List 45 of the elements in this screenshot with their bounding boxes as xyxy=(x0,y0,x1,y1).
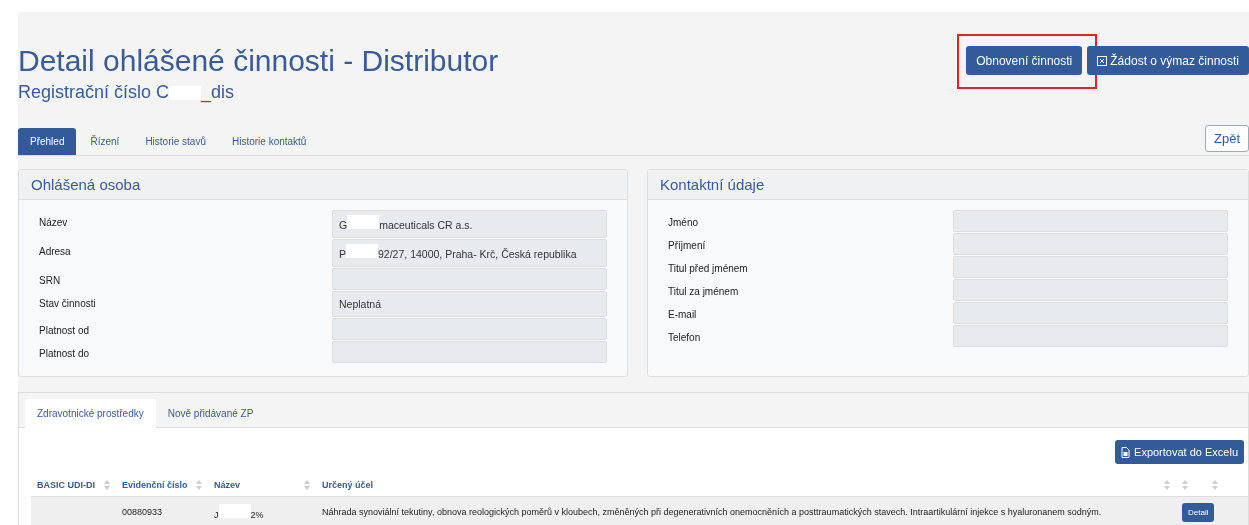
file-icon xyxy=(1121,446,1131,458)
tab[interactable]: Nově přidávané ZP xyxy=(155,399,266,428)
export-button[interactable]: Exportovat do Excelu xyxy=(1115,440,1244,464)
back-button[interactable]: Zpět xyxy=(1205,125,1249,152)
action-button[interactable]: Žádost o výmaz činnosti xyxy=(1087,46,1249,75)
detail-button[interactable]: Detail xyxy=(1182,502,1215,522)
table-cell: Náhrada synoviální tekutiny, obnova reologických poměrů v kloubech, změněných při degenerativních onemocněních a posttraumatických stavech. Intraartikulární injekce s hyaluronanem sodným. xyxy=(322,507,1102,517)
panel-title: Ohlášená osoba xyxy=(19,170,627,200)
field-label: Adresa xyxy=(39,245,72,257)
field-label: Titul před jménem xyxy=(668,262,749,274)
registration-number: Registrační číslo C _dis xyxy=(18,82,236,103)
sort-icon[interactable] xyxy=(1182,480,1188,490)
page-title: Detail ohlášené činnosti - Distributor xyxy=(18,44,499,78)
sort-icon[interactable] xyxy=(104,480,110,490)
sort-icon[interactable] xyxy=(304,480,310,490)
tab[interactable]: Přehled xyxy=(18,128,77,155)
field-label: Stav činnosti xyxy=(39,297,97,309)
field-label: Jméno xyxy=(668,216,699,228)
panel-title: Kontaktní údaje xyxy=(648,170,1248,200)
field-label: Platnost od xyxy=(39,324,91,336)
field-label: Platnost do xyxy=(39,347,91,359)
close-box-icon xyxy=(1097,55,1108,66)
table-cell: J 2% xyxy=(214,504,264,520)
column-header[interactable]: Určený účel xyxy=(322,480,374,490)
sort-icon[interactable] xyxy=(196,480,202,490)
field-label: Název xyxy=(39,216,69,228)
readonly-field: P 92/27, 14000, Praha- Krč, Česká republika xyxy=(332,239,607,267)
field-label: SRN xyxy=(39,274,62,286)
tab[interactable]: Historie kontaktů xyxy=(219,128,319,155)
column-header[interactable]: Název xyxy=(214,480,240,490)
readonly-field: G maceuticals CR a.s. xyxy=(332,210,607,238)
column-header[interactable]: Evidenční číslo xyxy=(122,480,188,490)
column-header[interactable]: BASIC UDI-DI xyxy=(37,480,95,490)
table-cell: 00880933 xyxy=(122,507,163,517)
tab[interactable]: Historie stavů xyxy=(133,128,218,155)
field-label: Telefon xyxy=(668,331,702,343)
sort-icon[interactable] xyxy=(1212,480,1218,490)
action-button[interactable]: Obnovení činnosti xyxy=(966,46,1083,75)
field-label: E-mail xyxy=(668,308,698,320)
field-label: Titul za jménem xyxy=(668,285,740,297)
sort-icon[interactable] xyxy=(1164,480,1170,490)
readonly-field: Neplatná xyxy=(332,291,607,317)
field-label: Příjmení xyxy=(668,239,707,251)
tab[interactable]: Řízení xyxy=(78,128,132,155)
tab[interactable]: Zdravotnické prostředky xyxy=(25,399,156,428)
